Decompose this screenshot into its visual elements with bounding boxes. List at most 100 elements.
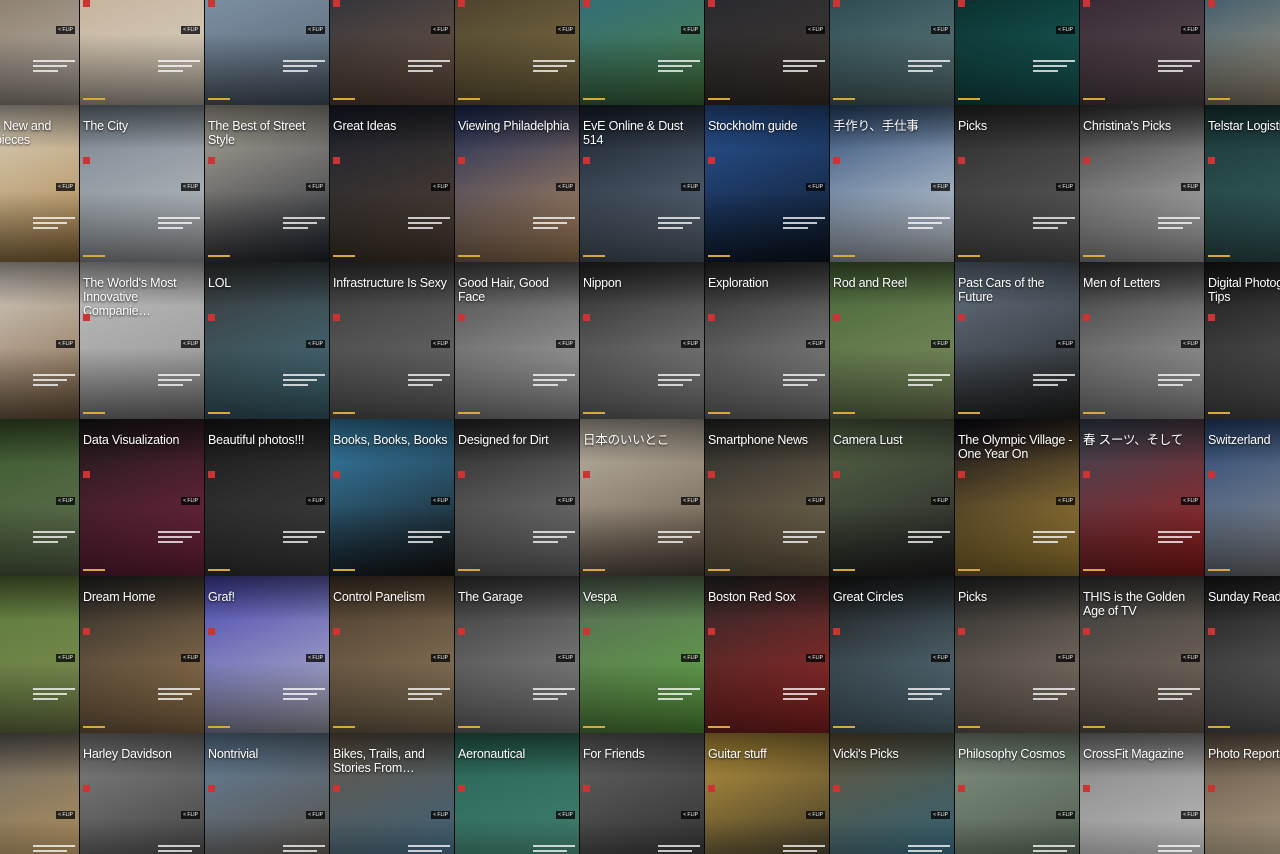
magazine-tile[interactable]: Smartphone News < FLIP <box>705 419 829 576</box>
magazine-tile[interactable]: Photo Reportage< FLIP <box>1205 733 1280 854</box>
magazine-tile[interactable]: Stockholm guide < FLIP <box>705 105 829 262</box>
flip-badge[interactable]: < FLIP <box>431 654 450 662</box>
flip-badge[interactable]: < FLIP <box>56 340 75 348</box>
magazine-tile[interactable]: Great Circles < FLIP <box>830 576 954 733</box>
magazine-tile[interactable]: CrossFit Magazine < FLIP <box>1080 733 1204 854</box>
magazine-tile[interactable]: For Friends < FLIP <box>580 733 704 854</box>
magazine-tile[interactable]: Harley Davidson < FLIP <box>80 733 204 854</box>
flip-badge[interactable]: < FLIP <box>806 183 825 191</box>
magazine-tile[interactable]: 手作り、手仕事 < FLIP <box>830 105 954 262</box>
flip-badge[interactable]: < FLIP <box>806 340 825 348</box>
magazine-tile[interactable]: The City < FLIP <box>80 105 204 262</box>
magazine-tile[interactable]: < FLIP <box>705 0 829 105</box>
magazine-tile[interactable]: Men of Letters < FLIP <box>1080 262 1204 419</box>
magazine-tile[interactable]: Telstar Logistics< FLIP <box>1205 105 1280 262</box>
flip-badge[interactable]: < FLIP <box>556 183 575 191</box>
magazine-tile[interactable]: < FLIP <box>80 0 204 105</box>
flip-badge[interactable]: < FLIP <box>931 811 950 819</box>
flip-badge[interactable]: < FLIP <box>931 183 950 191</box>
flip-badge[interactable]: < FLIP <box>1181 26 1200 34</box>
magazine-tile[interactable]: 春 スーツ、そして < FLIP <box>1080 419 1204 576</box>
magazine-tile[interactable]: < FLIP <box>1205 0 1280 105</box>
magazine-tile[interactable]: < FLIP <box>1080 0 1204 105</box>
flip-badge[interactable]: < FLIP <box>1056 811 1075 819</box>
magazine-tile[interactable]: THIS is the Golden Age of TV < FLIP <box>1080 576 1204 733</box>
magazine-tile[interactable]: Digital Photography Tips< FLIP <box>1205 262 1280 419</box>
magazine-tile[interactable]: Picks < FLIP <box>955 576 1079 733</box>
flip-badge[interactable]: < FLIP <box>931 340 950 348</box>
flip-badge[interactable]: < FLIP <box>1056 340 1075 348</box>
magazine-tile[interactable]: Camera Lust < FLIP <box>830 419 954 576</box>
flip-badge[interactable]: < FLIP <box>306 183 325 191</box>
flip-badge[interactable]: < FLIP <box>56 811 75 819</box>
magazine-tile[interactable]: Sunday Reads< FLIP <box>1205 576 1280 733</box>
flip-badge[interactable]: < FLIP <box>931 26 950 34</box>
flip-badge[interactable]: < FLIP <box>306 26 325 34</box>
magazine-tile[interactable]: Picks < FLIP <box>955 105 1079 262</box>
magazine-tile[interactable]: Great Ideas < FLIP <box>330 105 454 262</box>
magazine-tile[interactable]: Control Panelism < FLIP <box>330 576 454 733</box>
magazine-tile[interactable]: < FLIP <box>955 0 1079 105</box>
magazine-tile[interactable]: Graf! < FLIP <box>205 576 329 733</box>
magazine-tile[interactable]: < FLIP <box>330 0 454 105</box>
flip-badge[interactable]: < FLIP <box>56 497 75 505</box>
flip-badge[interactable]: < FLIP <box>806 26 825 34</box>
magazine-tile[interactable]: Designed for Dirt < FLIP <box>455 419 579 576</box>
flip-badge[interactable]: < FLIP <box>1181 497 1200 505</box>
flip-badge[interactable]: < FLIP <box>1056 183 1075 191</box>
flip-badge[interactable]: < FLIP <box>931 654 950 662</box>
magazine-tile[interactable]: < FLIP <box>830 0 954 105</box>
magazine-tile[interactable]: Nippon < FLIP <box>580 262 704 419</box>
flip-badge[interactable]: < FLIP <box>306 654 325 662</box>
magazine-tile[interactable]: Infrastructure Is Sexy < FLIP <box>330 262 454 419</box>
flip-badge[interactable]: < FLIP <box>681 811 700 819</box>
magazine-tile[interactable]: LOL < FLIP <box>205 262 329 419</box>
flip-badge[interactable]: < FLIP <box>306 811 325 819</box>
flip-badge[interactable]: < FLIP <box>306 497 325 505</box>
flip-badge[interactable]: < FLIP <box>1056 497 1075 505</box>
magazine-tile[interactable]: Friends < FLIP <box>0 419 79 576</box>
flip-badge[interactable]: < FLIP <box>681 183 700 191</box>
magazine-tile[interactable]: < FLIP <box>205 0 329 105</box>
flip-badge[interactable]: < FLIP <box>1181 183 1200 191</box>
flip-badge[interactable]: < FLIP <box>806 654 825 662</box>
flip-badge[interactable]: < FLIP <box>181 26 200 34</box>
magazine-tile[interactable]: Visions: New and Masterpieces < FLIP <box>0 105 79 262</box>
magazine-tile[interactable]: The World's Most Innovative Companie… < F… <box>80 262 204 419</box>
flip-badge[interactable]: < FLIP <box>556 497 575 505</box>
magazine-tile[interactable]: EvE Online & Dust 514 < FLIP <box>580 105 704 262</box>
flip-badge[interactable]: < FLIP <box>431 183 450 191</box>
magazine-tile[interactable]: Nontrivial < FLIP <box>205 733 329 854</box>
flip-badge[interactable]: < FLIP <box>556 811 575 819</box>
magazine-tile[interactable]: Books, Books, Books < FLIP <box>330 419 454 576</box>
flip-badge[interactable]: < FLIP <box>1181 340 1200 348</box>
magazine-tile[interactable]: Beautiful photos!!! < FLIP <box>205 419 329 576</box>
magazine-tile[interactable]: Data Visualization < FLIP <box>80 419 204 576</box>
flip-badge[interactable]: < FLIP <box>1056 26 1075 34</box>
magazine-tile[interactable]: Dream Home < FLIP <box>80 576 204 733</box>
magazine-tile[interactable]: < FLIP <box>580 0 704 105</box>
magazine-tile[interactable]: Vespa < FLIP <box>580 576 704 733</box>
flip-badge[interactable]: < FLIP <box>56 183 75 191</box>
flip-badge[interactable]: < FLIP <box>931 497 950 505</box>
flip-badge[interactable]: < FLIP <box>56 26 75 34</box>
flip-badge[interactable]: < FLIP <box>431 340 450 348</box>
flip-badge[interactable]: < FLIP <box>681 340 700 348</box>
flip-badge[interactable]: < FLIP <box>181 811 200 819</box>
flip-badge[interactable]: < FLIP <box>681 497 700 505</box>
flip-badge[interactable]: < FLIP <box>181 654 200 662</box>
flip-badge[interactable]: < FLIP <box>56 654 75 662</box>
flip-badge[interactable]: < FLIP <box>1181 654 1200 662</box>
magazine-tile[interactable]: Bikes, Trails, and Stories From… < FLIP <box>330 733 454 854</box>
magazine-tile[interactable]: Vicki's Picks < FLIP <box>830 733 954 854</box>
magazine-tile[interactable]: < FLIP <box>0 0 79 105</box>
magazine-tile[interactable]: Guitar stuff < FLIP <box>705 733 829 854</box>
flip-badge[interactable]: < FLIP <box>1181 811 1200 819</box>
magazine-tile[interactable]: Homes < FLIP <box>0 733 79 854</box>
flip-badge[interactable]: < FLIP <box>181 497 200 505</box>
magazine-tile[interactable]: Philosophy Cosmos < FLIP <box>955 733 1079 854</box>
flip-badge[interactable]: < FLIP <box>1056 654 1075 662</box>
magazine-tile[interactable]: Exploration < FLIP <box>705 262 829 419</box>
magazine-tile[interactable]: < FLIP <box>455 0 579 105</box>
flip-badge[interactable]: < FLIP <box>306 340 325 348</box>
